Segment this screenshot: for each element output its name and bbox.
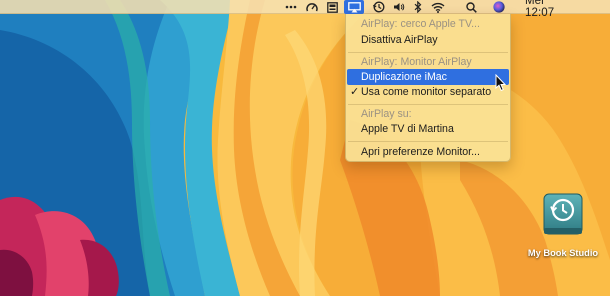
search-icon[interactable] [463,0,479,14]
storage-icon[interactable] [324,0,340,14]
open-display-preferences-item[interactable]: Apri preferenze Monitor... [347,144,509,160]
siri-icon[interactable] [491,0,507,14]
apple-tv-device-item[interactable]: Apple TV di Martina [347,121,509,137]
disable-airplay-item[interactable]: Disattiva AirPlay [347,32,509,48]
menu-bar: Mer 12:07 [0,0,610,19]
volume-icon[interactable] [391,0,407,14]
more-icon[interactable] [283,0,299,14]
menu-separator [348,141,508,142]
airplay-header-monitor: AirPlay: Monitor AirPlay [361,56,472,68]
menubar-clock[interactable]: Mer 12:07 [525,0,571,19]
airplay-header-searching: AirPlay: cerco Apple TV... [361,18,480,30]
airplay-menu: AirPlay: cerco Apple TV... Disattiva Air… [345,14,511,162]
drive-label[interactable]: My Book Studio [520,248,606,258]
separate-display-item[interactable]: ✓ Usa come monitor separato [347,84,509,100]
desktop-wallpaper [0,0,610,296]
separate-display-label: Usa come monitor separato [361,86,492,98]
airplay-icon[interactable] [344,0,364,14]
mirror-imac-item[interactable]: Duplicazione iMac [347,69,509,85]
external-drive-time-machine-icon[interactable] [542,192,584,238]
bluetooth-icon[interactable] [411,0,425,14]
wifi-icon[interactable] [430,0,446,14]
mouse-cursor-icon [495,74,507,92]
menu-separator [348,104,508,105]
airplay-header-to: AirPlay su: [361,108,412,120]
menu-separator [348,52,508,53]
speedometer-icon[interactable] [304,0,320,14]
checkmark-icon: ✓ [350,86,360,98]
time-machine-icon[interactable] [371,0,387,14]
